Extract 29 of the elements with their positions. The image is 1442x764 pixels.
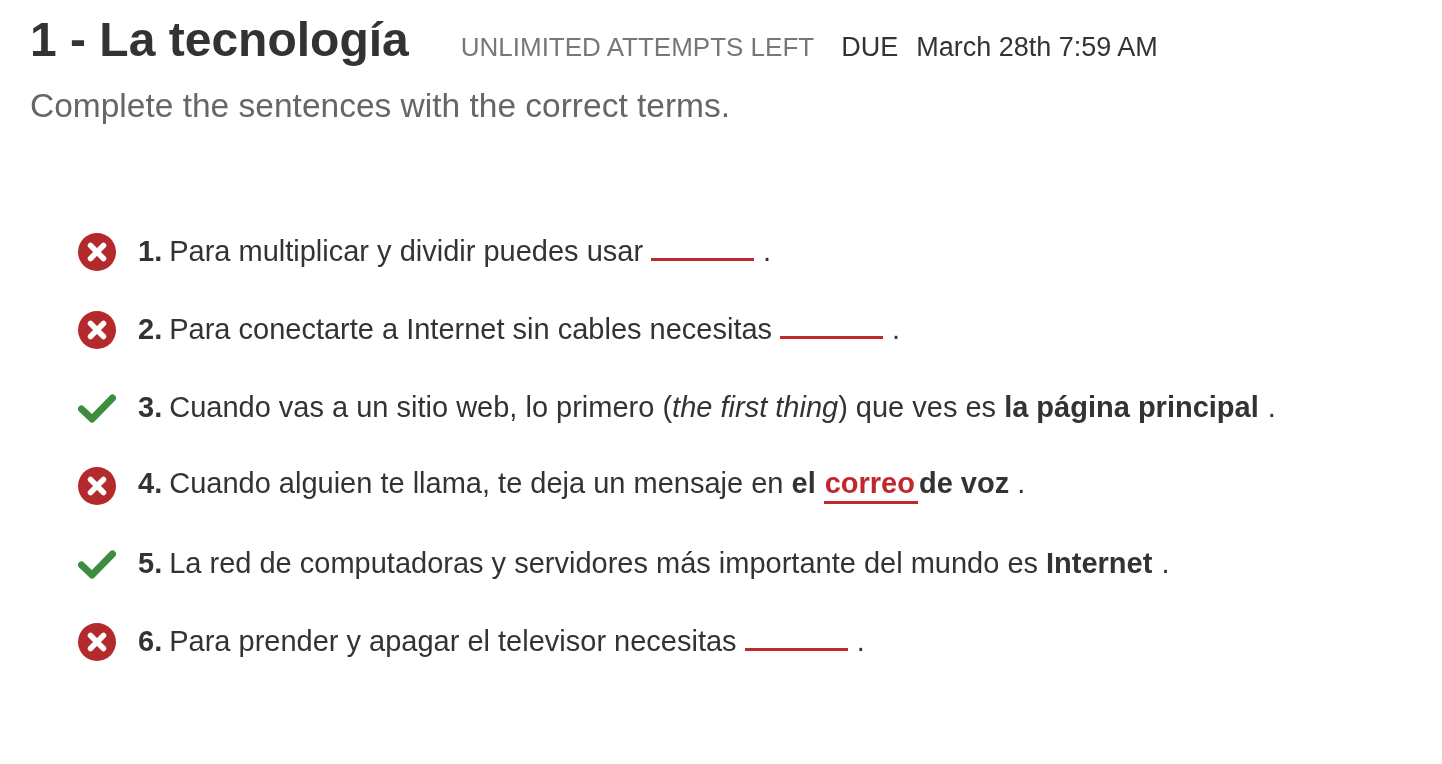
fill-in-line[interactable] [651,258,755,262]
sentence-text: Para conectarte a Internet sin cables necesitas [169,313,773,346]
sentence-text: Cuando alguien te llama, te deja un mensaje en el [169,467,816,500]
question-number: 5. [138,547,163,580]
sentence-text: . [1267,391,1276,424]
sentence-text: . [1161,547,1170,580]
fill-in-line[interactable] [780,336,884,340]
sentence-text: Cuando vas a un sitio web, lo primero (the first thing) que ves es [169,391,997,424]
question-number: 6. [138,625,163,658]
question-number: 3. [138,391,163,424]
sentence-text: Para multiplicar y dividir puedes usar [169,235,644,268]
question-number: 2. [138,313,163,346]
due-date: March 28th 7:59 AM [916,32,1158,63]
instructions-text: Complete the sentences with the correct terms. [30,86,731,125]
fill-in-line[interactable]: correo [823,467,918,505]
sentence-text: . [763,235,772,268]
attempts-label: UNLIMITED ATTEMPTS LEFT [460,32,815,63]
due-label: DUE [841,32,899,63]
sentence-text: La red de computadoras y servidores más importante del mundo es [169,547,1039,580]
assignment-title: 1 - La tecnología [30,14,409,67]
sentence-text: . [892,313,901,346]
question-number: 1. [138,235,163,268]
sentence-text: . [856,625,865,658]
sentence-text: de voz . [918,467,1026,500]
sentence-text: Para prender y apagar el televisor necesitas [169,625,737,658]
answer-text: Internet [1046,547,1153,581]
answer-text: la página principal [1004,391,1259,425]
fill-in-line[interactable] [744,648,848,652]
question-number: 4. [138,467,163,500]
